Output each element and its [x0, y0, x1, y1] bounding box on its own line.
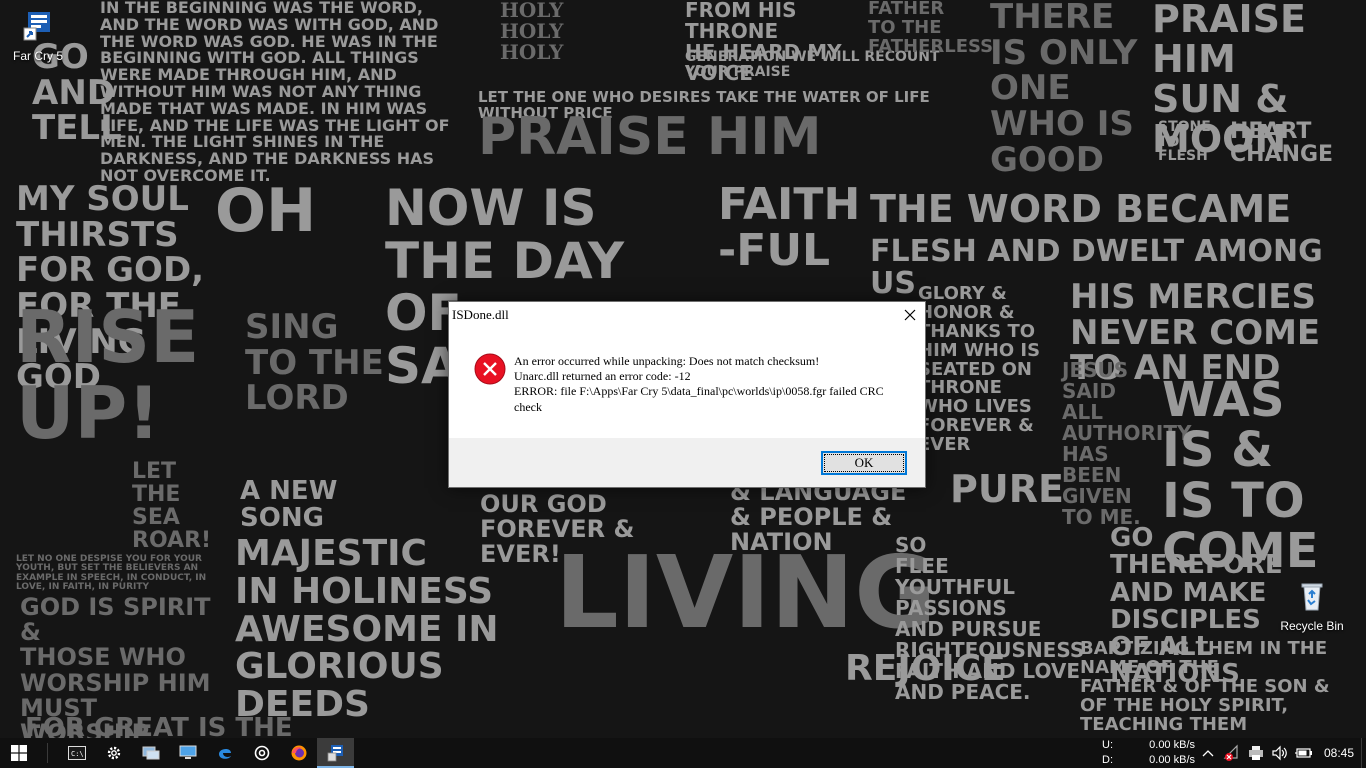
dialog-footer: OK — [449, 438, 925, 487]
taskbar-separator — [47, 743, 48, 763]
wallpaper-text: REJOICE — [845, 648, 1006, 689]
taskbar-this-pc[interactable] — [169, 738, 206, 768]
speaker-icon — [1272, 745, 1287, 761]
wallpaper-text: Sing TO THE LORD — [245, 307, 384, 419]
wallpaper-text: PRAISE HIM — [478, 107, 822, 167]
taskbar-network-computer[interactable] — [132, 738, 169, 768]
wallpaper-text: FATHER TO THE FATHERLESS — [868, 0, 994, 57]
wallpaper-text: RISE UP! — [16, 295, 200, 455]
taskbar-clock[interactable]: 08:45 — [1318, 738, 1360, 768]
wallpaper-text: Let no one despise you for your youth, b… — [16, 554, 207, 593]
show-desktop-button[interactable] — [1361, 738, 1366, 768]
wifi-disconnected-icon — [1223, 744, 1238, 761]
battery-charging-icon — [1295, 748, 1312, 758]
taskbar-edge[interactable] — [206, 738, 243, 768]
taskbar-firefox[interactable] — [280, 738, 317, 768]
error-icon — [474, 353, 506, 385]
wallpaper-text: LIVING — [555, 534, 937, 651]
error-dialog: ISDone.dll An error occurred while unpac… — [448, 301, 926, 488]
wallpaper-text: IN THE BEGINNING WAS THE WORD, AND THE W… — [100, 0, 450, 185]
desktop-icon-label: Far Cry 5 — [12, 49, 63, 63]
wallpaper-text: BAPTIZING THEM IN THE NAME OF THE FATHER… — [1080, 638, 1330, 735]
wallpaper-text: there is only ONE who is good — [990, 0, 1138, 180]
tray-volume[interactable] — [1268, 738, 1292, 768]
terminal-icon: C:\ — [67, 746, 86, 760]
taskbar-installer[interactable] — [317, 738, 354, 768]
tray-printer[interactable] — [1244, 738, 1268, 768]
music-disc-icon — [254, 745, 269, 761]
wallpaper-text: STONE TO FLESH — [1158, 119, 1211, 165]
wallpaper-text: GLORY & HONOR & THANKS TO HIM WHO IS SEA… — [918, 283, 1041, 456]
close-button[interactable] — [895, 302, 925, 327]
wallpaper-text: LET THE SEA ROAR! — [132, 459, 212, 554]
error-code-line: Unarc.dll returned an error code: -12 — [514, 369, 691, 384]
network-computer-icon — [142, 746, 159, 760]
wallpaper-text: JESUS SAID ALL AUTHORITY HAS BEEN GIVEN … — [1062, 358, 1192, 529]
wallpaper-text: MAJESTIC IN HOLINESS AWESOME IN GLORIOUS… — [235, 533, 499, 726]
wallpaper-text: PURE — [950, 467, 1064, 511]
tray-network-status[interactable] — [1220, 738, 1244, 768]
dialog-body: An error occurred while unpacking: Does … — [449, 327, 925, 438]
windows-logo-icon — [10, 745, 27, 761]
far-cry-5-shortcut-icon — [0, 10, 76, 45]
wallpaper-text: FAITH -FUL — [718, 179, 861, 277]
start-button[interactable] — [0, 738, 37, 768]
dialog-titlebar[interactable]: ISDone.dll — [449, 302, 925, 327]
download-label: D: — [1102, 754, 1113, 766]
error-detail-line: ERROR: file F:\Apps\Far Cry 5\data_final… — [514, 384, 884, 414]
upload-value: 0.00 kB/s — [1149, 739, 1195, 751]
desktop-icon-recycle-bin[interactable]: Recycle Bin — [1274, 580, 1350, 633]
wallpaper-text: HEART CHANGE — [1230, 119, 1334, 168]
ok-button[interactable]: OK — [821, 451, 907, 475]
recycle-bin-icon — [1274, 580, 1350, 615]
monitor-icon — [179, 745, 196, 759]
dialog-title: ISDone.dll — [452, 306, 509, 322]
wallpaper-text: THE WORD BECAME — [870, 187, 1292, 231]
network-speed-meter: U: 0.00 kB/s D: 0.00 kB/s — [1102, 738, 1195, 768]
svg-text:C:\: C:\ — [71, 750, 84, 758]
taskbar-settings[interactable] — [95, 738, 132, 768]
error-message-line: An error occurred while unpacking: Does … — [514, 354, 820, 368]
tray-battery[interactable] — [1292, 738, 1316, 768]
upload-label: U: — [1102, 739, 1113, 751]
wallpaper-text: A NEW SONG — [240, 476, 338, 534]
wallpaper-text: OH — [215, 176, 317, 246]
wallpaper-text: HOLY HOLY HOLY — [500, 0, 564, 64]
show-hidden-icons-button[interactable] — [1196, 738, 1220, 768]
taskbar-terminal[interactable]: C:\ — [58, 738, 95, 768]
taskbar-groove[interactable] — [243, 738, 280, 768]
gear-icon — [107, 746, 120, 760]
wallpaper-text: For great is the Lord — [25, 713, 293, 738]
desktop-icon-far-cry-5[interactable]: Far Cry 5 — [0, 10, 76, 63]
taskbar: C:\ U: 0.00 kB/s D: 0.00 kB/s 08:45 — [0, 738, 1366, 768]
chevron-up-icon — [1202, 750, 1214, 757]
firefox-icon — [291, 745, 306, 761]
download-value: 0.00 kB/s — [1149, 754, 1195, 766]
close-icon — [904, 309, 916, 320]
edge-icon — [218, 748, 231, 759]
installer-icon — [327, 745, 343, 762]
desktop-icon-label: Recycle Bin — [1280, 619, 1344, 633]
dialog-message: An error occurred while unpacking: Does … — [514, 354, 909, 415]
printer-icon — [1249, 746, 1263, 760]
